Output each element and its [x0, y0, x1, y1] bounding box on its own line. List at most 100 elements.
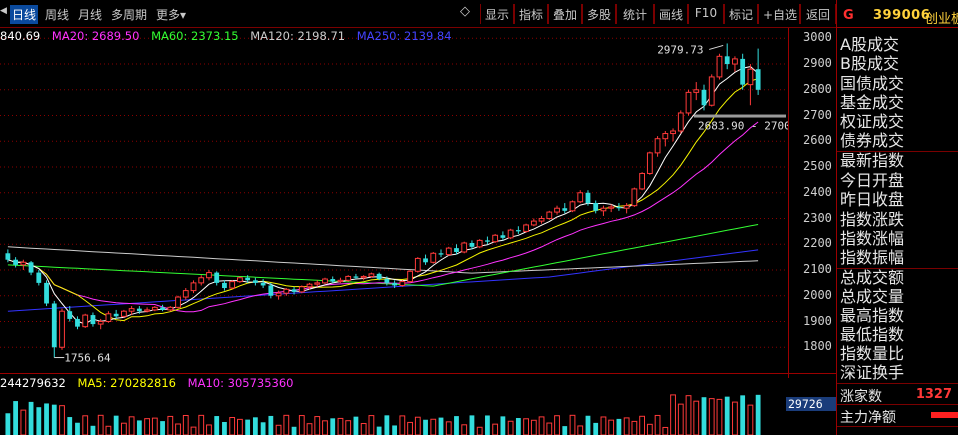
ma10-line	[7, 78, 759, 322]
volume-bar	[5, 413, 11, 435]
candle-up	[151, 306, 158, 311]
candle-down	[438, 253, 444, 255]
volume-bar	[677, 403, 684, 435]
indicator-button[interactable]: 指标	[514, 4, 548, 24]
range-band	[694, 114, 786, 118]
candle-down	[515, 230, 521, 232]
collapse-icon[interactable]: ◀	[0, 6, 8, 18]
tab-more[interactable]: 更多▾	[156, 6, 186, 23]
statistics-button[interactable]: 统计	[616, 4, 654, 24]
volume-bar	[283, 414, 290, 435]
price-tick-label: 2100	[803, 262, 832, 276]
volume-bar	[151, 417, 158, 435]
high-pointer	[709, 44, 724, 50]
volume-bar	[654, 414, 661, 435]
candle-up	[600, 207, 607, 212]
pane-divider	[0, 373, 836, 374]
quote-field-label: B股成交	[840, 54, 899, 73]
back-button[interactable]: 返回	[800, 4, 836, 24]
candle-up	[747, 68, 754, 86]
price-axis: 3000 2900 2800 2700 2600 2500 2400 2300 2200 2100…	[788, 28, 836, 378]
price-tick-label: 2600	[803, 133, 832, 148]
candle-up	[569, 201, 576, 212]
volume-bar	[461, 424, 468, 435]
volume-bar	[701, 397, 707, 435]
candle-down	[562, 208, 568, 211]
candle-down	[36, 272, 42, 283]
price-tick-label: 2800	[803, 81, 832, 96]
candle-down	[245, 277, 251, 281]
divider	[837, 383, 958, 384]
add-favorite-button[interactable]: +自选	[758, 4, 800, 24]
main-net-bar	[931, 412, 958, 418]
tab-multi-period[interactable]: 多周期	[111, 6, 147, 23]
volume-bar	[445, 421, 452, 435]
volume-bar	[51, 404, 57, 435]
candle-down	[485, 240, 490, 242]
candle-down	[252, 280, 258, 283]
candle-up	[182, 290, 189, 298]
volume-bar	[28, 401, 34, 435]
candle-down	[214, 272, 220, 283]
candle-down	[616, 206, 622, 209]
candle-up	[399, 281, 406, 286]
tab-weekly[interactable]: 周线	[45, 6, 69, 23]
volume-bar	[36, 407, 42, 435]
volume-bar	[593, 422, 599, 435]
volume-bar	[144, 418, 150, 435]
multi-stock-button[interactable]: 多股	[582, 4, 616, 24]
mark-button[interactable]: 标记	[724, 4, 758, 24]
candle-up	[554, 207, 560, 213]
tab-daily[interactable]: 日线	[10, 5, 39, 24]
diamond-icon[interactable]: ◇	[460, 4, 470, 19]
price-tick-label: 2000	[803, 287, 832, 302]
volume-bar	[20, 409, 27, 435]
ma20-value: MA20: 2689.50	[51, 29, 140, 43]
volume-bar	[167, 415, 174, 435]
volume-bar	[136, 420, 142, 435]
volume-bar	[268, 415, 274, 435]
candle-up	[414, 257, 421, 272]
volume-bar	[245, 419, 251, 435]
volume-bar	[345, 420, 352, 435]
candle-up	[407, 270, 413, 283]
volume-bar	[747, 404, 754, 435]
divider	[837, 404, 958, 405]
volume-bar	[423, 419, 428, 435]
divider	[837, 426, 958, 427]
price-tick-label: 2200	[803, 236, 832, 251]
volume-bar	[708, 398, 715, 435]
ma60-value: MA60: 2373.15	[151, 29, 239, 43]
volume-bar	[662, 426, 669, 435]
candle-up	[229, 281, 236, 289]
volume-bar	[507, 420, 514, 435]
volume-bar	[214, 416, 220, 435]
quote-field-label: 深证换手	[840, 363, 905, 382]
volume-bar	[732, 401, 738, 435]
candle-up	[144, 309, 150, 312]
candle-up	[608, 206, 615, 209]
candle-up	[708, 76, 715, 106]
candle-down	[260, 282, 266, 286]
overlay-button[interactable]: 叠加	[548, 4, 582, 24]
ma-first-value: 840.69	[0, 29, 41, 43]
candle-up	[639, 172, 646, 190]
candle-up	[283, 288, 290, 294]
candle-down	[291, 289, 297, 292]
volume-bar	[291, 426, 297, 435]
volume-bar	[476, 426, 483, 435]
volume-bar	[438, 417, 444, 435]
tab-monthly[interactable]: 月线	[78, 6, 102, 23]
display-button[interactable]: 显示	[480, 4, 514, 24]
candle-up	[654, 138, 661, 154]
candle-down	[384, 279, 390, 283]
volume-bar	[562, 426, 568, 435]
candle-up	[237, 277, 243, 283]
f10-button[interactable]: F10	[688, 4, 724, 24]
volume-bar	[485, 415, 490, 435]
quote-field-label: 指数振幅	[840, 248, 905, 267]
volume-bar	[755, 394, 761, 435]
candle-down	[160, 307, 165, 310]
candle-up	[685, 91, 692, 114]
draw-line-button[interactable]: 画线	[654, 4, 688, 24]
